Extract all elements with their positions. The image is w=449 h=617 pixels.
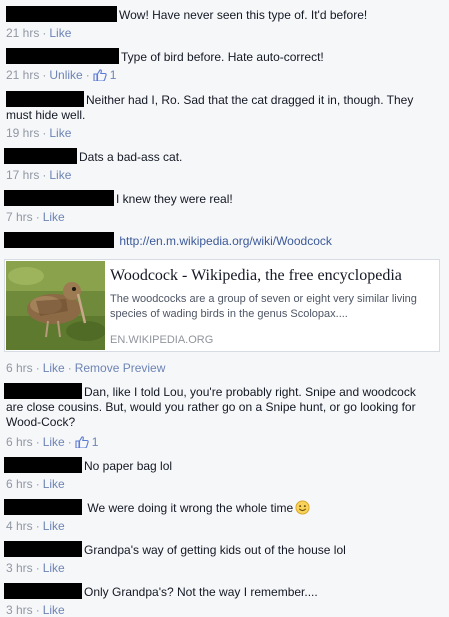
comment-meta: 6 hrs · Like: [6, 477, 65, 491]
comment-text: Dan, like I told Lou, you're probably ri…: [84, 385, 416, 399]
comment-timestamp[interactable]: 3 hrs: [6, 561, 33, 575]
smiley-face-icon: [295, 500, 310, 515]
comment: Dats a bad-ass cat.: [0, 148, 449, 165]
link-preview-domain: EN.WIKIPEDIA.ORG: [110, 334, 214, 346]
like-link[interactable]: Like: [49, 168, 71, 182]
comment-text: Grandpa's way of getting kids out of the…: [84, 543, 346, 557]
comment: Dan, like I told Lou, you're probably ri…: [0, 383, 449, 430]
like-link[interactable]: Like: [43, 561, 65, 575]
comment-text: Type of bird before. Hate auto-correct!: [121, 50, 324, 64]
like-link[interactable]: Like: [43, 435, 65, 449]
comment-timestamp[interactable]: 7 hrs: [6, 210, 33, 224]
wikipedia-link[interactable]: http://en.m.wikipedia.org/wiki/Woodcock: [119, 234, 332, 248]
woodcock-bird-photo[interactable]: [6, 261, 105, 350]
comment-meta: 19 hrs · Like: [6, 126, 72, 140]
like-link[interactable]: Like: [49, 26, 71, 40]
like-count[interactable]: 1: [92, 435, 99, 449]
comment-timestamp[interactable]: 6 hrs: [6, 435, 33, 449]
comment-text: We were doing it wrong the whole time: [87, 501, 294, 515]
comment: Type of bird before. Hate auto-correct!: [0, 48, 449, 65]
redacted-author-name: [4, 232, 114, 248]
like-link[interactable]: Like: [43, 361, 65, 375]
like-link[interactable]: Like: [43, 603, 65, 617]
comment-meta: 6 hrs · Like · Remove Preview: [6, 361, 166, 375]
comment-timestamp[interactable]: 21 hrs: [6, 68, 39, 82]
comment-text: Dats a bad-ass cat.: [79, 150, 183, 164]
comment: Grandpa's way of getting kids out of the…: [0, 541, 449, 558]
comment: http://en.m.wikipedia.org/wiki/Woodcock: [0, 232, 449, 249]
comment-timestamp[interactable]: 4 hrs: [6, 519, 33, 533]
redacted-author-name: [6, 91, 84, 107]
like-link[interactable]: Like: [43, 519, 65, 533]
comment-timestamp[interactable]: 21 hrs: [6, 26, 39, 40]
thumbs-up-icon[interactable]: [93, 69, 107, 81]
comment: Wow! Have never seen this type of. It'd …: [0, 6, 449, 23]
comment-text-line: are close cousins. But, would you rather…: [6, 400, 416, 414]
comment-meta: 4 hrs · Like: [6, 519, 65, 533]
comment-meta: 17 hrs · Like: [6, 168, 72, 182]
comment-text: No paper bag lol: [84, 459, 173, 473]
comment-timestamp[interactable]: 3 hrs: [6, 603, 33, 617]
link-preview-card[interactable]: Woodcock - Wikipedia, the free encyclope…: [4, 259, 440, 352]
comment-text: Neither had I, Ro. Sad that the cat drag…: [86, 93, 414, 107]
comment-text: Only Grandpa's? Not the way I remember..…: [84, 585, 318, 599]
thumbs-up-icon[interactable]: [75, 436, 89, 448]
comment-text-line: must hide well.: [6, 108, 86, 122]
comment-text-line: Wood-Cock?: [6, 415, 76, 429]
like-link[interactable]: Like: [43, 210, 65, 224]
unlike-link[interactable]: Unlike: [49, 68, 82, 82]
comment: Only Grandpa's? Not the way I remember..…: [0, 583, 449, 600]
comment-timestamp[interactable]: 17 hrs: [6, 168, 39, 182]
comment-meta: 21 hrs · Like: [6, 26, 72, 40]
comment-timestamp[interactable]: 19 hrs: [6, 126, 39, 140]
comment: No paper bag lol: [0, 457, 449, 474]
redacted-author-name: [4, 499, 82, 515]
redacted-author-name: [4, 148, 77, 164]
comment-text: I knew they were real!: [116, 192, 233, 206]
comment-timestamp[interactable]: 6 hrs: [6, 361, 33, 375]
comment-meta: 6 hrs · Like · 1: [6, 435, 99, 449]
redacted-author-name: [4, 541, 82, 557]
link-preview-title[interactable]: Woodcock - Wikipedia, the free encyclope…: [110, 267, 402, 285]
redacted-author-name: [6, 48, 119, 64]
redacted-author-name: [4, 190, 114, 206]
comment-meta: 3 hrs · Like: [6, 561, 65, 575]
redacted-author-name: [4, 583, 82, 599]
comment-meta: 21 hrs · Unlike · 1: [6, 68, 117, 82]
link-preview-description: The woodcocks are a group of seven or ei…: [110, 293, 417, 320]
redacted-author-name: [4, 457, 82, 473]
comment: We were doing it wrong the whole time: [0, 499, 449, 516]
redacted-author-name: [6, 6, 117, 22]
redacted-author-name: [4, 383, 82, 399]
comment-meta: 7 hrs · Like: [6, 210, 65, 224]
like-count[interactable]: 1: [110, 68, 117, 82]
like-link[interactable]: Like: [49, 126, 71, 140]
comment-text: Wow! Have never seen this type of. It'd …: [119, 8, 368, 22]
comment-meta: 3 hrs · Like: [6, 603, 65, 617]
remove-preview-link[interactable]: Remove Preview: [75, 361, 166, 375]
comment: I knew they were real!: [0, 190, 449, 207]
comment-timestamp[interactable]: 6 hrs: [6, 477, 33, 491]
like-link[interactable]: Like: [43, 477, 65, 491]
comment: Neither had I, Ro. Sad that the cat drag…: [0, 91, 449, 123]
